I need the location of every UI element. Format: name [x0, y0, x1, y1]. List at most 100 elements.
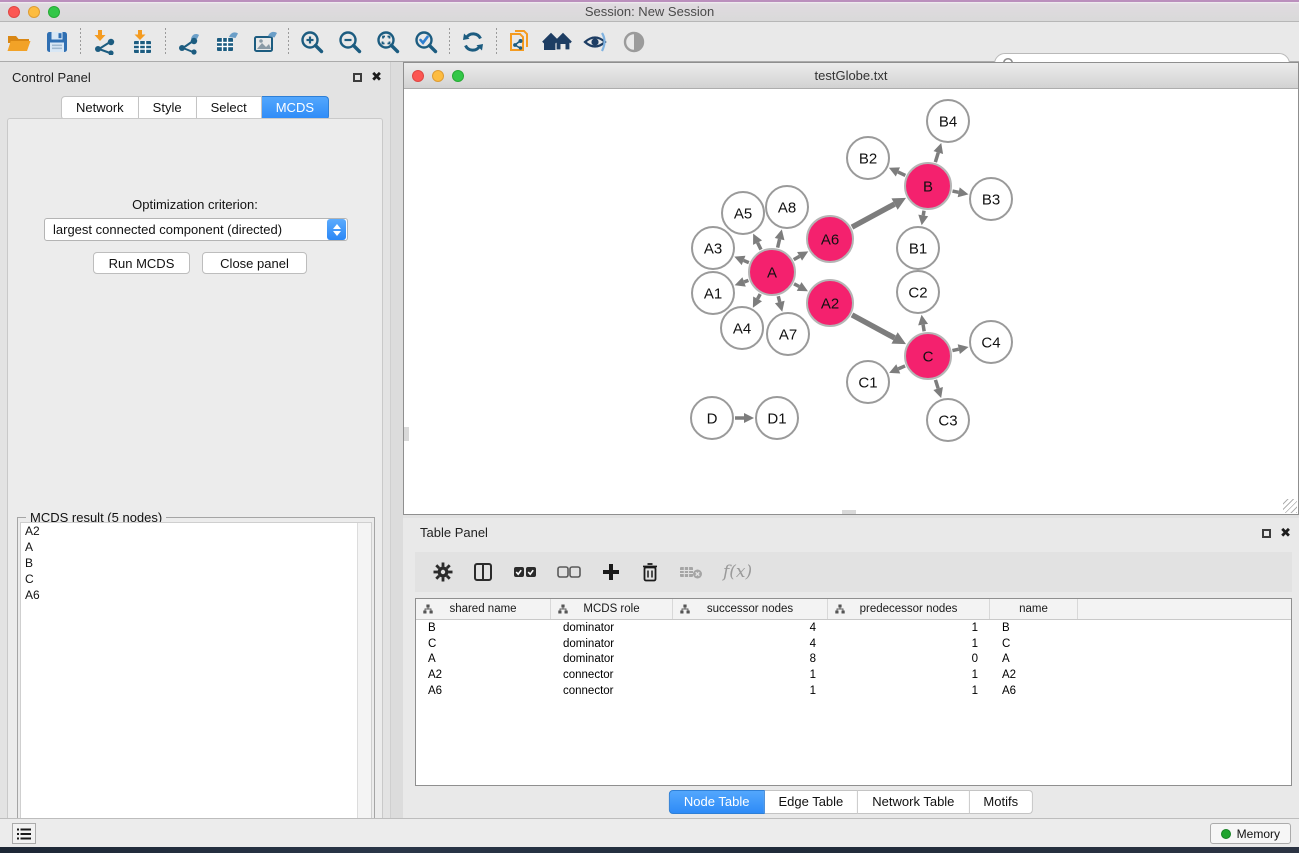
edge-C-C3[interactable] — [935, 380, 938, 389]
node-table[interactable]: shared nameMCDS rolesuccessor nodesprede… — [415, 598, 1292, 786]
open-session-button[interactable] — [0, 25, 38, 59]
edge-A6-B[interactable] — [852, 204, 895, 227]
delete-column-button[interactable] — [641, 562, 659, 582]
result-item[interactable]: B — [21, 555, 371, 571]
graph-node-B4[interactable]: B4 — [927, 100, 969, 142]
graph-node-A8[interactable]: A8 — [766, 186, 808, 228]
close-panel-icon[interactable]: ✖ — [371, 71, 382, 84]
graph-node-A2[interactable]: A2 — [807, 280, 853, 326]
float-panel-icon[interactable] — [353, 73, 362, 82]
edge-A-A5[interactable] — [758, 243, 761, 250]
graph-node-C[interactable]: C — [905, 333, 951, 379]
edge-A-A8[interactable] — [778, 239, 780, 247]
tab-network[interactable]: Network — [61, 96, 139, 120]
edge-A-A6[interactable] — [794, 256, 800, 259]
maximize-window-button[interactable] — [48, 6, 60, 18]
canvas-hscroll-thumb[interactable] — [842, 510, 856, 514]
graph-node-A4[interactable]: A4 — [721, 307, 763, 349]
resize-grip[interactable] — [1283, 499, 1297, 513]
tab-edge-table[interactable]: Edge Table — [764, 790, 858, 814]
column-header-mcds-role[interactable]: MCDS role — [551, 599, 673, 619]
network-canvas[interactable]: AA1A2A3A4A5A6A7A8BB1B2B3B4CC1C2C3C4DD1 — [404, 89, 1298, 514]
edge-C-C4[interactable] — [952, 349, 958, 350]
column-header-shared-name[interactable]: shared name — [416, 599, 551, 619]
graph-node-B3[interactable]: B3 — [970, 178, 1012, 220]
home-button[interactable] — [539, 25, 577, 59]
edge-A-A1[interactable] — [744, 280, 748, 282]
graph-node-A1[interactable]: A1 — [692, 272, 734, 314]
network-window-titlebar[interactable]: testGlobe.txt — [404, 63, 1298, 89]
graph-node-B1[interactable]: B1 — [897, 227, 939, 269]
edge-C-C2[interactable] — [923, 325, 924, 332]
table-row[interactable]: Adominator80A — [416, 652, 1291, 668]
hide-panels-button[interactable] — [577, 25, 615, 59]
minimize-window-button[interactable] — [28, 6, 40, 18]
add-column-button[interactable] — [601, 562, 621, 582]
graph-node-B2[interactable]: B2 — [847, 137, 889, 179]
graph-node-A7[interactable]: A7 — [767, 313, 809, 355]
graph-node-D[interactable]: D — [691, 397, 733, 439]
network-close-button[interactable] — [412, 70, 424, 82]
result-item[interactable]: A6 — [21, 587, 371, 603]
export-network-button[interactable] — [170, 25, 208, 59]
edge-A-A7[interactable] — [778, 296, 780, 302]
table-row[interactable]: Bdominator41B — [416, 620, 1291, 636]
result-list-scrollbar[interactable] — [357, 523, 371, 850]
edge-B-B1[interactable] — [923, 211, 924, 216]
export-table-button[interactable] — [208, 25, 246, 59]
column-header-successor-nodes[interactable]: successor nodes — [673, 599, 828, 619]
import-network-button[interactable] — [85, 25, 123, 59]
task-history-button[interactable] — [12, 823, 36, 844]
refresh-button[interactable] — [454, 25, 492, 59]
close-window-button[interactable] — [8, 6, 20, 18]
table-row[interactable]: A6connector11A6 — [416, 683, 1291, 699]
clone-network-button[interactable] — [501, 25, 539, 59]
canvas-vscroll-thumb[interactable] — [404, 427, 409, 441]
graph-node-C2[interactable]: C2 — [897, 271, 939, 313]
table-row[interactable]: A2connector11A2 — [416, 667, 1291, 683]
tab-motifs[interactable]: Motifs — [969, 790, 1033, 814]
result-item[interactable]: C — [21, 571, 371, 587]
zoom-selected-button[interactable] — [407, 25, 445, 59]
zoom-in-button[interactable] — [293, 25, 331, 59]
show-panels-button[interactable] — [615, 25, 653, 59]
network-maximize-button[interactable] — [452, 70, 464, 82]
edge-B-B2[interactable] — [898, 172, 905, 175]
edge-B-B3[interactable] — [952, 191, 958, 192]
deselect-all-button[interactable] — [557, 565, 581, 579]
criterion-select[interactable]: largest connected component (directed) — [44, 218, 348, 241]
result-item[interactable]: A — [21, 539, 371, 555]
tab-network-table[interactable]: Network Table — [858, 790, 969, 814]
graph-node-C4[interactable]: C4 — [970, 321, 1012, 363]
export-image-button[interactable] — [246, 25, 284, 59]
import-table-button[interactable] — [123, 25, 161, 59]
graph-node-A6[interactable]: A6 — [807, 216, 853, 262]
tab-select[interactable]: Select — [197, 96, 262, 120]
result-item[interactable]: A2 — [21, 523, 371, 539]
edge-C-C1[interactable] — [898, 366, 905, 369]
zoom-fit-button[interactable] — [369, 25, 407, 59]
edge-A-A3[interactable] — [744, 260, 749, 262]
column-header-predecessor-nodes[interactable]: predecessor nodes — [828, 599, 990, 619]
graph-node-C1[interactable]: C1 — [847, 361, 889, 403]
table-row[interactable]: Cdominator41C — [416, 636, 1291, 652]
tab-style[interactable]: Style — [139, 96, 197, 120]
memory-button[interactable]: Memory — [1210, 823, 1291, 844]
table-settings-button[interactable] — [433, 562, 453, 582]
graph-node-A5[interactable]: A5 — [722, 192, 764, 234]
panel-divider[interactable] — [390, 62, 403, 818]
save-session-button[interactable] — [38, 25, 76, 59]
edge-A2-C[interactable] — [852, 315, 895, 338]
toggle-columns-button[interactable] — [473, 562, 493, 582]
graph-node-B[interactable]: B — [905, 163, 951, 209]
run-mcds-button[interactable]: Run MCDS — [93, 252, 190, 274]
edge-A-A2[interactable] — [794, 284, 799, 287]
edge-B-B4[interactable] — [935, 153, 938, 163]
mcds-result-list[interactable]: A2ABCA6 — [20, 522, 372, 851]
close-panel-icon[interactable]: ✖ — [1280, 527, 1291, 540]
graph-node-A3[interactable]: A3 — [692, 227, 734, 269]
float-panel-icon[interactable] — [1262, 529, 1271, 538]
graph-node-D1[interactable]: D1 — [756, 397, 798, 439]
zoom-out-button[interactable] — [331, 25, 369, 59]
edge-A-A4[interactable] — [758, 294, 761, 299]
